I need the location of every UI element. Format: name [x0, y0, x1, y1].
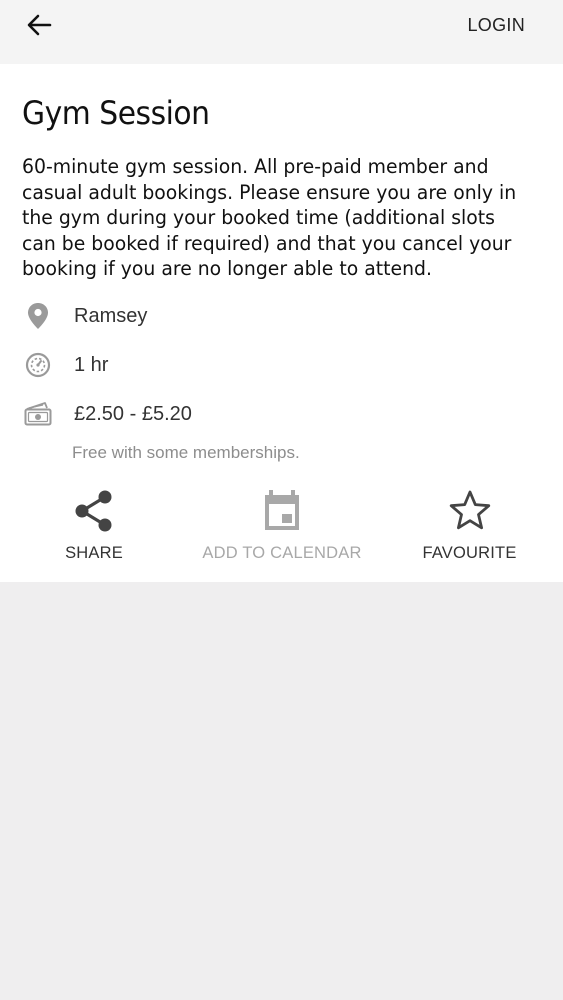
price-row: £2.50 - £5.20: [22, 398, 192, 430]
favourite-button[interactable]: FAVOURITE: [422, 486, 517, 563]
share-button[interactable]: SHARE: [52, 486, 136, 563]
location-pin-icon: [22, 300, 54, 332]
duration-row: 1 hr: [22, 349, 108, 381]
star-outline-icon: [448, 486, 492, 536]
location-row: Ramsey: [22, 300, 147, 332]
add-to-calendar-button[interactable]: ADD TO CALENDAR: [202, 486, 361, 563]
share-icon: [73, 486, 115, 536]
favourite-label: FAVOURITE: [422, 544, 517, 562]
duration-text: 1 hr: [74, 353, 109, 376]
timer-icon: [22, 349, 54, 381]
calendar-icon: [261, 486, 303, 536]
price-note: Free with some memberships.: [72, 443, 300, 462]
login-button[interactable]: LOGIN: [467, 15, 525, 36]
money-icon: [22, 398, 54, 430]
page-title: Gym Session: [22, 94, 210, 132]
session-detail-card: Gym Session 60-minute gym session. All p…: [0, 64, 563, 582]
back-button[interactable]: [20, 10, 58, 44]
price-text: £2.50 - £5.20: [74, 402, 192, 425]
location-text: Ramsey: [74, 304, 148, 327]
arrow-left-icon: [26, 13, 52, 41]
top-app-bar: LOGIN: [0, 0, 563, 64]
session-description: 60-minute gym session. All pre-paid memb…: [22, 155, 517, 280]
share-label: SHARE: [65, 544, 123, 562]
add-to-calendar-label: ADD TO CALENDAR: [202, 544, 362, 562]
